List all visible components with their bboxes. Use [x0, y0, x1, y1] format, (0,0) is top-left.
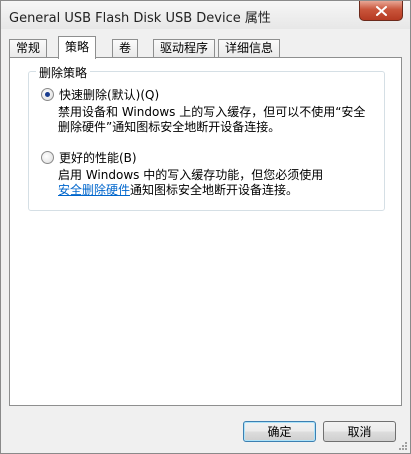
close-button[interactable] [359, 1, 403, 21]
quick-removal-desc-line1: 禁用设备和 Windows 上的写入缓存，但可以不使用“安全 [58, 105, 366, 119]
title-bar[interactable]: General USB Flash Disk USB Device 属性 [1, 1, 410, 29]
tab-strip: 常规 策略 卷 驱动程序 详细信息 [9, 36, 405, 59]
quick-removal-radio[interactable] [41, 88, 54, 101]
ok-button[interactable]: 确定 [243, 421, 316, 442]
policy-panel: 删除策略 快速删除(默认)(Q) 禁用设备和 Windows 上的写入缓存，但可… [9, 57, 402, 406]
removal-policy-legend: 删除策略 [36, 64, 91, 81]
tab-policy[interactable]: 策略 [58, 36, 97, 59]
better-performance-option[interactable]: 更好的性能(B) [41, 149, 137, 166]
better-performance-label: 更好的性能(B) [59, 151, 137, 165]
close-icon [375, 5, 387, 16]
better-performance-description: 启用 Windows 中的写入缓存功能，但您必须使用 安全删除硬件通知图标安全地… [58, 168, 378, 198]
tab-volume[interactable]: 卷 [112, 39, 139, 58]
better-performance-radio[interactable] [41, 151, 54, 164]
cancel-button[interactable]: 取消 [323, 421, 396, 442]
tab-details[interactable]: 详细信息 [218, 39, 281, 58]
better-performance-desc-line1: 启用 Windows 中的写入缓存功能，但您必须使用 [58, 168, 324, 182]
tab-general[interactable]: 常规 [9, 39, 48, 58]
resize-grip-icon[interactable] [398, 441, 408, 451]
tab-driver[interactable]: 驱动程序 [153, 39, 216, 58]
quick-removal-description: 禁用设备和 Windows 上的写入缓存，但可以不使用“安全 删除硬件”通知图标… [58, 105, 378, 135]
window-title: General USB Flash Disk USB Device 属性 [9, 11, 271, 26]
quick-removal-desc-term: 删除硬件 [58, 120, 107, 134]
safely-remove-hardware-link[interactable]: 安全删除硬件 [58, 183, 130, 197]
removal-policy-group: 删除策略 快速删除(默认)(Q) 禁用设备和 Windows 上的写入缓存，但可… [28, 64, 385, 211]
properties-dialog: General USB Flash Disk USB Device 属性 常规 … [0, 0, 411, 454]
quick-removal-option[interactable]: 快速删除(默认)(Q) [41, 86, 159, 103]
quick-removal-label: 快速删除(默认)(Q) [59, 88, 160, 102]
quick-removal-desc-line2: 删除硬件”通知图标安全地断开设备连接。 [58, 120, 281, 134]
better-performance-desc-line2: 安全删除硬件通知图标安全地断开设备连接。 [58, 183, 299, 197]
